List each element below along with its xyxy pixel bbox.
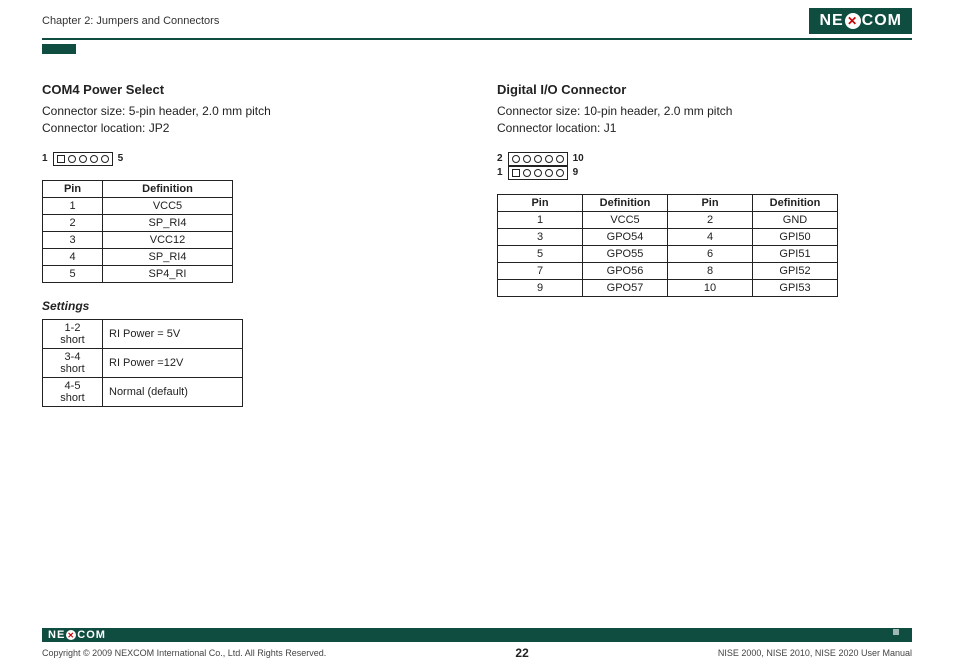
table-row: 3VCC12 (43, 231, 233, 248)
com4-pin-table: PinDefinition 1VCC5 2SP_RI4 3VCC12 4SP_R… (42, 180, 233, 283)
table-row: 1VCC5 (43, 197, 233, 214)
page-header: Chapter 2: Jumpers and Connectors NE ✕ C… (0, 0, 954, 38)
pin-icon (556, 155, 564, 163)
pin-icon (90, 155, 98, 163)
table-row: 3-4 shortRI Power =12V (43, 348, 243, 377)
chapter-title: Chapter 2: Jumpers and Connectors (42, 15, 219, 27)
dio-pin-table: PinDefinition PinDefinition 1VCC52GND 3G… (497, 194, 838, 297)
footer-logo: NE ✕ COM (48, 629, 106, 641)
copyright: Copyright © 2009 NEXCOM International Co… (42, 648, 326, 658)
nexcom-logo: NE ✕ COM (809, 8, 912, 34)
pin-icon (545, 169, 553, 177)
header-rule (42, 38, 912, 40)
dio-pin-diagram: 2 10 1 9 (497, 152, 912, 180)
pin-icon (534, 169, 542, 177)
com4-description: Connector size: 5-pin header, 2.0 mm pit… (42, 103, 457, 138)
table-row: 1-2 shortRI Power = 5V (43, 319, 243, 348)
com4-pin-diagram: 1 5 (42, 152, 457, 166)
left-column: COM4 Power Select Connector size: 5-pin … (42, 82, 457, 423)
table-row: 2SP_RI4 (43, 214, 233, 231)
settings-heading: Settings (42, 299, 457, 313)
pin-icon (512, 155, 520, 163)
right-column: Digital I/O Connector Connector size: 10… (497, 82, 912, 423)
manual-name: NISE 2000, NISE 2010, NISE 2020 User Man… (718, 648, 912, 658)
table-row: 9GPO5710GPI53 (498, 279, 838, 296)
page-number: 22 (515, 646, 528, 660)
pin-icon (523, 155, 531, 163)
content-area: COM4 Power Select Connector size: 5-pin … (0, 54, 954, 423)
pin-1-icon (57, 155, 65, 163)
footer-text: Copyright © 2009 NEXCOM International Co… (42, 646, 912, 660)
table-row: 7GPO568GPI52 (498, 262, 838, 279)
section-tab-mark (42, 44, 76, 54)
pin-icon (545, 155, 553, 163)
table-row: 5SP4_RI (43, 265, 233, 282)
logo-x-icon: ✕ (845, 13, 861, 29)
footer-bar: NE ✕ COM (42, 628, 912, 642)
table-row: 5GPO556GPI51 (498, 245, 838, 262)
pin-icon (101, 155, 109, 163)
pin-1-icon (512, 169, 520, 177)
com4-title: COM4 Power Select (42, 82, 457, 97)
dio-description: Connector size: 10-pin header, 2.0 mm pi… (497, 103, 912, 138)
pin-icon (523, 169, 531, 177)
com4-settings-table: 1-2 shortRI Power = 5V 3-4 shortRI Power… (42, 319, 243, 407)
table-row: 4-5 shortNormal (default) (43, 377, 243, 406)
footer-squares-icon (893, 629, 906, 642)
pin-icon (556, 169, 564, 177)
table-row: 3GPO544GPI50 (498, 228, 838, 245)
logo-x-icon: ✕ (66, 630, 76, 640)
table-row: 1VCC52GND (498, 211, 838, 228)
pin-icon (68, 155, 76, 163)
table-row: 4SP_RI4 (43, 248, 233, 265)
pin-icon (534, 155, 542, 163)
pin-icon (79, 155, 87, 163)
dio-title: Digital I/O Connector (497, 82, 912, 97)
